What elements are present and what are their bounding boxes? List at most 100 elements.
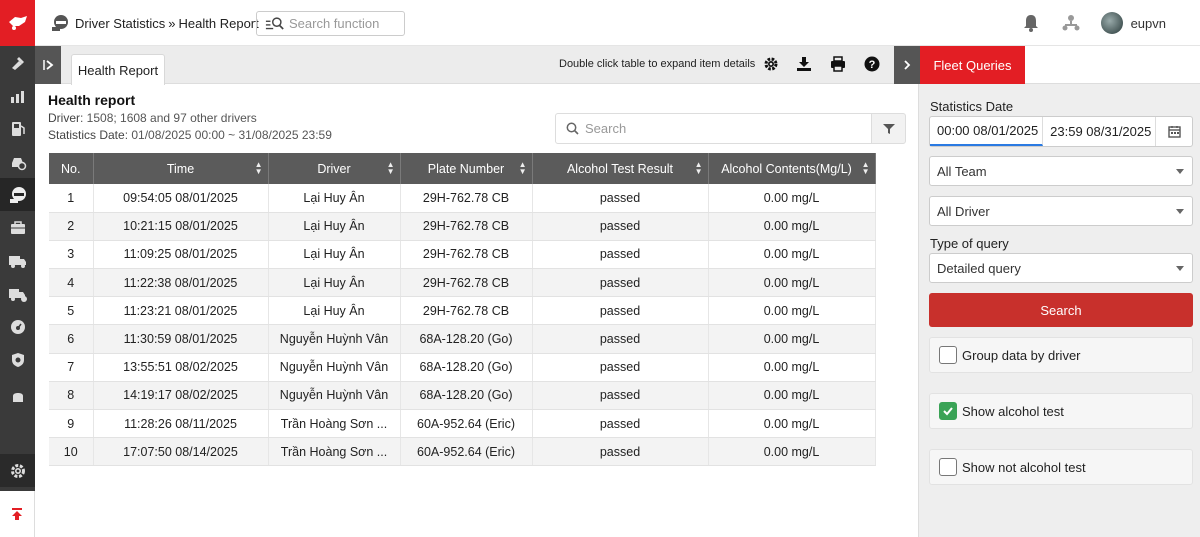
sort-icon: ▲ ▼ [386, 160, 395, 176]
table-row[interactable]: 6 11:30:59 08/01/2025 Nguyễn Huỳnh Vân 68A-… [49, 324, 876, 354]
breadcrumb: Driver Statistics» Health Report [75, 16, 259, 31]
cell-driver: Lại Huy Ân [268, 296, 401, 326]
show-alcohol-test-checkbox[interactable] [939, 402, 957, 420]
show-alcohol-test-option[interactable]: Show alcohol test [929, 393, 1193, 429]
sidebar-item-driver[interactable] [0, 178, 35, 211]
filter-button[interactable] [871, 113, 906, 144]
printer-icon [831, 56, 845, 72]
sidebar-item-speed[interactable] [0, 310, 35, 343]
group-by-driver-label: Group data by driver [962, 347, 1081, 363]
column-header-alcohol-contents[interactable]: Alcohol Contents(Mg/L) ▲ ▼ [708, 153, 876, 184]
group-by-driver-option[interactable]: Group data by driver [929, 337, 1193, 373]
show-not-alcohol-test-checkbox[interactable] [939, 458, 957, 476]
cell-alcohol-test-result: passed [532, 184, 709, 213]
settings-button[interactable] [762, 55, 780, 73]
cell-driver: Nguyễn Huỳnh Vân [268, 381, 401, 411]
download-button[interactable] [795, 55, 813, 73]
table-row[interactable]: 1 09:54:05 08/01/2025 Lại Huy Ân 29H-762.78… [49, 184, 876, 213]
cell-alcohol-contents: 0.00 mg/L [708, 296, 876, 326]
team-select[interactable]: All Team [929, 156, 1193, 186]
date-to-field[interactable]: 23:59 08/31/2025 [1043, 117, 1157, 146]
cell-time: 09:54:05 08/01/2025 [93, 184, 269, 213]
sort-icon: ▲ ▼ [861, 160, 870, 176]
avatar[interactable] [1100, 12, 1123, 34]
sidebar-item-briefcase[interactable] [0, 211, 35, 244]
breadcrumb-separator: » [168, 16, 176, 31]
table-row[interactable]: 3 11:09:25 08/01/2025 Lại Huy Ân 29H-762.78… [49, 240, 876, 270]
date-range-picker: 00:00 08/01/2025 23:59 08/31/2025 [929, 116, 1193, 147]
sidebar-item-fuel[interactable] [0, 112, 35, 145]
table-row[interactable]: 8 14:19:17 08/02/2025 Nguyễn Huỳnh Vân 68A-… [49, 381, 876, 411]
cell-alcohol-contents: 0.00 mg/L [708, 437, 876, 467]
sidebar-item-car-settings[interactable] [0, 145, 35, 178]
logo[interactable] [0, 0, 35, 46]
date-from-field[interactable]: 00:00 08/01/2025 [930, 117, 1044, 146]
expand-sidebar-button[interactable] [35, 46, 61, 84]
team-structure-icon[interactable] [1061, 13, 1081, 33]
calendar-button[interactable] [1156, 117, 1192, 146]
query-type-select[interactable]: Detailed query [929, 253, 1193, 283]
sidebar-item-truck-alert[interactable] [0, 277, 35, 310]
column-header-plate-number[interactable]: Plate Number ▲ ▼ [400, 153, 533, 184]
cell-alcohol-contents: 0.00 mg/L [708, 324, 876, 354]
function-search-input[interactable] [289, 16, 404, 31]
column-header-no[interactable]: No. [49, 153, 94, 184]
table-search-input[interactable] [585, 121, 855, 136]
cell-alcohol-test-result: passed [532, 381, 709, 411]
report-title: Health report [48, 92, 136, 108]
tab-health-report[interactable]: Health Report [71, 54, 165, 85]
cell-time: 11:22:38 08/01/2025 [93, 268, 269, 298]
group-by-driver-checkbox[interactable] [939, 346, 957, 364]
sidebar-item-chart[interactable] [0, 79, 35, 112]
cell-alcohol-test-result: passed [532, 240, 709, 270]
cell-time: 11:23:21 08/01/2025 [93, 296, 269, 326]
cell-plate-number: 68A-128.20 (Go) [400, 381, 533, 411]
collapse-panel-button[interactable] [894, 46, 920, 84]
date-label: Statistics Date [48, 128, 125, 142]
help-button[interactable]: ? [863, 55, 881, 73]
cell-no: 8 [49, 381, 94, 411]
map-pin-icon [11, 56, 24, 70]
cell-plate-number: 68A-128.20 (Go) [400, 324, 533, 354]
table-row[interactable]: 7 13:55:51 08/02/2025 Nguyễn Huỳnh Vân 68A-… [49, 353, 876, 382]
notification-bell-icon[interactable] [1021, 13, 1041, 33]
partial-icon [12, 392, 23, 402]
breadcrumb-item-driver-statistics[interactable]: Driver Statistics [75, 16, 165, 31]
tab-fleet-queries[interactable]: Fleet Queries [920, 46, 1025, 84]
table-row[interactable]: 4 11:22:38 08/01/2025 Lại Huy Ân 29H-762.78… [49, 268, 876, 298]
chevron-down-icon [1176, 169, 1184, 174]
cell-alcohol-test-result: passed [532, 437, 709, 467]
cell-driver: Nguyễn Huỳnh Vân [268, 324, 401, 354]
sidebar-settings[interactable] [0, 454, 35, 487]
username[interactable]: eupvn [1131, 16, 1166, 31]
table-row[interactable]: 5 11:23:21 08/01/2025 Lại Huy Ân 29H-762.78… [49, 296, 876, 326]
sidebar-item-partial[interactable] [0, 376, 35, 409]
chevron-down-icon [1176, 266, 1184, 271]
cell-plate-number: 29H-762.78 CB [400, 184, 533, 213]
table-row[interactable]: 2 10:21:15 08/01/2025 Lại Huy Ân 29H-762.78… [49, 212, 876, 241]
cell-driver: Lại Huy Ân [268, 268, 401, 298]
function-search-box[interactable] [256, 11, 405, 36]
table-search-box[interactable] [555, 113, 872, 144]
table-row[interactable]: 10 17:07:50 08/14/2025 Trần Hoàng Sơn ... 6… [49, 437, 876, 467]
sidebar-item-map[interactable] [0, 46, 35, 79]
cell-alcohol-test-result: passed [532, 212, 709, 241]
driver-select[interactable]: All Driver [929, 196, 1193, 226]
show-alcohol-test-label: Show alcohol test [962, 403, 1064, 419]
sidebar-item-truck[interactable] [0, 244, 35, 277]
search-button[interactable]: Search [929, 293, 1193, 327]
cell-no: 1 [49, 184, 94, 213]
driver-icon [9, 186, 26, 203]
table-row[interactable]: 9 11:28:26 08/11/2025 Trần Hoàng Sơn ... 60… [49, 409, 876, 439]
cell-driver: Trần Hoàng Sơn ... [268, 409, 401, 439]
briefcase-icon [10, 220, 25, 234]
show-not-alcohol-test-option[interactable]: Show not alcohol test [929, 449, 1193, 485]
column-header-driver[interactable]: Driver ▲ ▼ [268, 153, 401, 184]
column-header-time[interactable]: Time ▲ ▼ [93, 153, 269, 184]
scroll-top-button[interactable] [0, 491, 35, 537]
print-button[interactable] [829, 55, 847, 73]
cell-plate-number: 60A-952.64 (Eric) [400, 409, 533, 439]
column-header-alcohol-test-result[interactable]: Alcohol Test Result ▲ ▼ [532, 153, 709, 184]
cell-driver: Nguyễn Huỳnh Vân [268, 353, 401, 382]
sidebar-item-shield[interactable] [0, 343, 35, 376]
